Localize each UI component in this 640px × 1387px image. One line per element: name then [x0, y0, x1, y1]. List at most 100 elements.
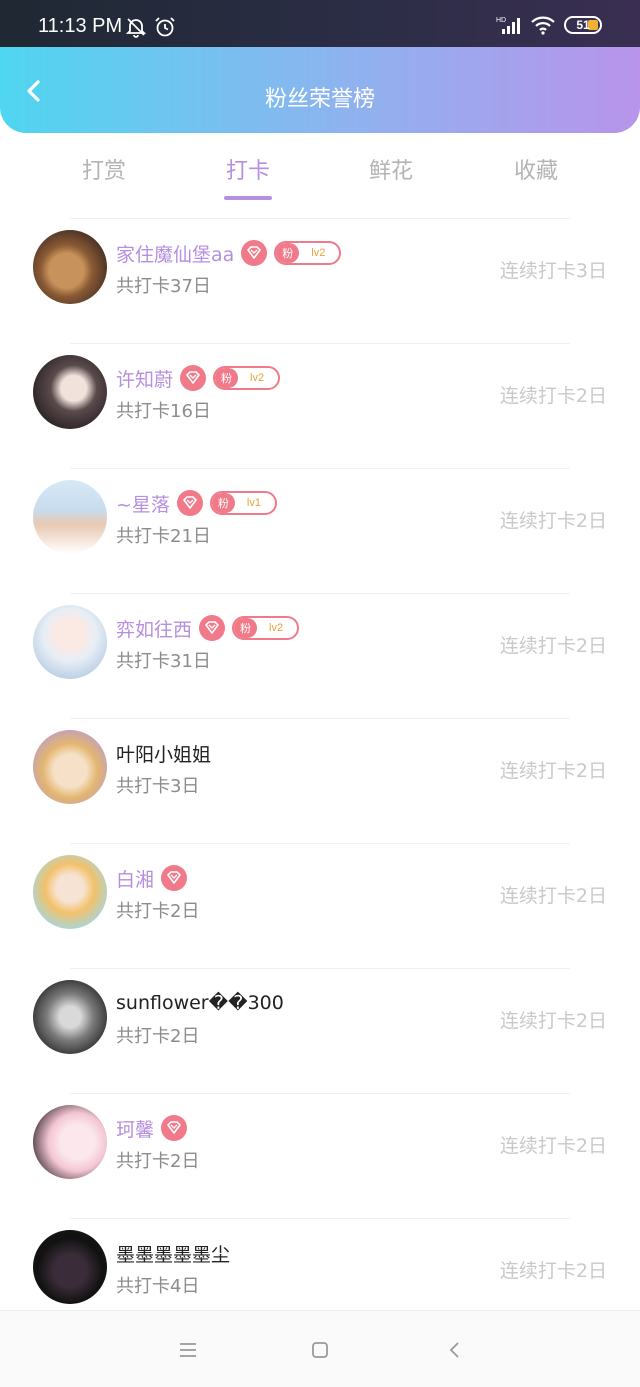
page-title: 粉丝荣誉榜	[264, 87, 375, 112]
row-divider	[70, 843, 570, 844]
user-name-line: 叶阳小姐姐	[116, 740, 211, 766]
system-nav-bar	[0, 1310, 640, 1387]
fan-level-badge: 粉 lv2	[213, 366, 281, 390]
row-divider	[70, 468, 570, 469]
user-name: sunflower��300	[116, 992, 284, 1014]
alarm-icon	[155, 17, 175, 37]
list-item[interactable]: 白湘 共打卡2日 连续打卡2日	[0, 843, 640, 968]
avatar-dark-cat[interactable]	[33, 1230, 107, 1304]
user-name: 珂馨	[116, 1118, 155, 1141]
consecutive-checkin-days: 连续打卡2日	[499, 1260, 607, 1282]
battery-indicator: 51	[564, 16, 602, 34]
tab-flowers[interactable]: 鲜花	[331, 153, 451, 185]
fan-label: 粉	[215, 368, 239, 388]
tab-favorites[interactable]: 收藏	[476, 153, 596, 185]
fan-level-badge: 粉 lv1	[209, 491, 277, 515]
user-name-line: 许知蔚 粉 lv2	[116, 365, 281, 391]
fan-level-badge: 粉 lv2	[274, 241, 342, 265]
user-name: 白湘	[116, 868, 155, 891]
consecutive-checkin-days: 连续打卡2日	[499, 1010, 607, 1032]
wifi-icon	[531, 16, 555, 35]
menu-icon[interactable]	[176, 1338, 200, 1362]
list-item[interactable]: sunflower��300 共打卡2日 连续打卡2日	[0, 968, 640, 1093]
diamond-badge-icon	[161, 1115, 188, 1141]
consecutive-checkin-days: 连续打卡2日	[499, 760, 607, 782]
fan-level-badge: 粉 lv2	[232, 616, 300, 640]
active-tab-indicator	[224, 196, 272, 200]
list-item[interactable]: 珂馨 共打卡2日 连续打卡2日	[0, 1093, 640, 1218]
app-header: 11:13 PM HD 51 粉丝荣誉榜	[0, 0, 640, 133]
avatar-anime-white[interactable]	[33, 605, 107, 679]
fan-level: lv2	[269, 622, 284, 634]
total-checkin-days: 共打卡3日	[116, 776, 200, 797]
row-divider	[70, 343, 570, 344]
user-name: ~星落	[116, 493, 170, 516]
user-name: 弈如往西	[116, 618, 193, 641]
title-bar: 粉丝荣誉榜	[0, 47, 640, 133]
fan-level: lv2	[250, 372, 265, 384]
diamond-badge-icon	[199, 615, 226, 641]
consecutive-checkin-days: 连续打卡3日	[499, 260, 607, 282]
svg-text:HD: HD	[496, 17, 506, 24]
total-checkin-days: 共打卡2日	[116, 1151, 200, 1172]
total-checkin-days: 共打卡2日	[116, 901, 200, 922]
status-bar: 11:13 PM HD 51	[0, 0, 640, 47]
list-item[interactable]: 叶阳小姐姐 共打卡3日 连续打卡2日	[0, 718, 640, 843]
battery-level: 51	[576, 18, 590, 32]
user-name: 许知蔚	[116, 368, 174, 391]
user-name-line: 珂馨	[116, 1115, 188, 1141]
mute-bell-icon	[125, 18, 147, 38]
tab-reward[interactable]: 打赏	[44, 153, 164, 185]
user-name-line: ~星落 粉 lv1	[116, 490, 277, 516]
back-icon[interactable]	[443, 1338, 467, 1362]
avatar-anime-blonde[interactable]	[33, 730, 107, 804]
total-checkin-days: 共打卡21日	[116, 526, 211, 547]
row-divider	[70, 1093, 570, 1094]
user-name-line: 弈如往西 粉 lv2	[116, 615, 300, 641]
total-checkin-days: 共打卡31日	[116, 651, 211, 672]
checkin-ranking-list: 家住魔仙堡aa 粉 lv2 共打卡37日 连续打卡3日 许知蔚 粉 lv2 共打卡1…	[0, 218, 640, 1343]
tab-bar: 打赏 打卡 鲜花 收藏	[0, 133, 640, 213]
home-icon[interactable]	[308, 1338, 332, 1362]
status-indicators: HD 51	[496, 14, 602, 36]
consecutive-checkin-days: 连续打卡2日	[499, 385, 607, 407]
consecutive-checkin-days: 连续打卡2日	[499, 885, 607, 907]
row-divider	[70, 218, 570, 219]
user-name-line: sunflower��300	[116, 990, 284, 1016]
row-divider	[70, 968, 570, 969]
total-checkin-days: 共打卡4日	[116, 1276, 200, 1297]
consecutive-checkin-days: 连续打卡2日	[499, 635, 607, 657]
user-name: 叶阳小姐姐	[116, 743, 212, 766]
signal-icon: HD	[496, 17, 520, 34]
avatar-anime-couple[interactable]	[33, 1105, 107, 1179]
avatar-photo-dog[interactable]	[33, 230, 107, 304]
row-divider	[70, 593, 570, 594]
avatar-photo-boy[interactable]	[33, 480, 107, 554]
user-name-line: 墨墨墨墨墨尘	[116, 1240, 230, 1266]
consecutive-checkin-days: 连续打卡2日	[499, 510, 607, 532]
list-item[interactable]: ~星落 粉 lv1 共打卡21日 连续打卡2日	[0, 468, 640, 593]
tab-checkin[interactable]: 打卡	[188, 153, 308, 200]
fan-label: 粉	[234, 618, 258, 638]
user-name-line: 白湘	[116, 865, 188, 891]
total-checkin-days: 共打卡16日	[116, 401, 211, 422]
fan-label: 粉	[276, 243, 300, 263]
user-name-line: 家住魔仙堡aa 粉 lv2	[116, 240, 342, 266]
user-name: 墨墨墨墨墨尘	[116, 1243, 231, 1266]
diamond-badge-icon	[176, 490, 203, 516]
list-item[interactable]: 许知蔚 粉 lv2 共打卡16日 连续打卡2日	[0, 343, 640, 468]
list-item[interactable]: 弈如往西 粉 lv2 共打卡31日 连续打卡2日	[0, 593, 640, 718]
fan-level: lv2	[311, 247, 326, 259]
diamond-badge-icon	[161, 865, 188, 891]
avatar-photo-bw[interactable]	[33, 980, 107, 1054]
status-time: 11:13 PM	[38, 15, 123, 37]
fan-level: lv1	[246, 497, 261, 509]
row-divider	[70, 718, 570, 719]
avatar-anime-flowers[interactable]	[33, 855, 107, 929]
user-name: 家住魔仙堡aa	[116, 243, 235, 266]
total-checkin-days: 共打卡2日	[116, 1026, 200, 1047]
avatar-photo-girl[interactable]	[33, 355, 107, 429]
fan-label: 粉	[211, 493, 235, 513]
total-checkin-days: 共打卡37日	[116, 276, 211, 297]
list-item[interactable]: 家住魔仙堡aa 粉 lv2 共打卡37日 连续打卡3日	[0, 218, 640, 343]
